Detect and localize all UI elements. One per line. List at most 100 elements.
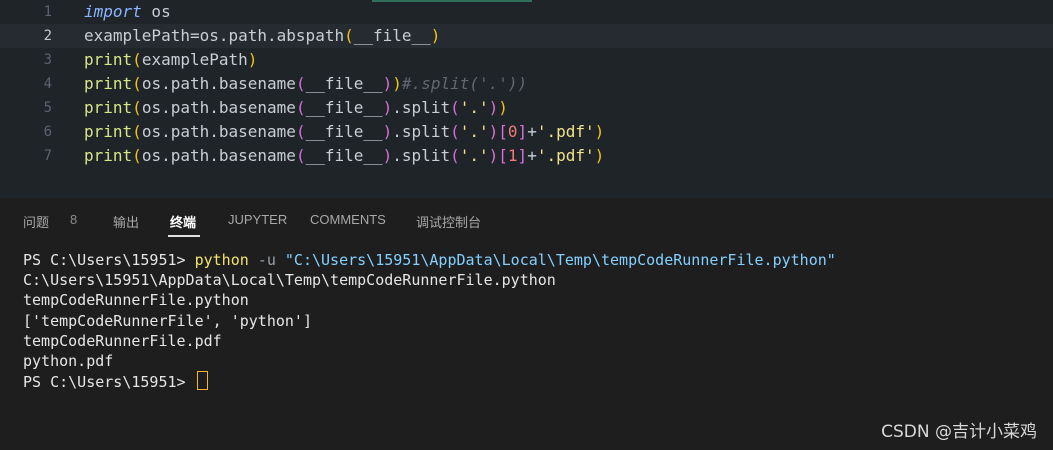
- tab-debug-console[interactable]: 调试控制台: [416, 212, 481, 231]
- tab-comments[interactable]: COMMENTS: [310, 212, 386, 227]
- code-token: .split: [392, 146, 451, 165]
- line-number: 4: [43, 76, 52, 92]
- code-token: ): [430, 26, 441, 45]
- line-number: 7: [43, 148, 52, 164]
- code-line[interactable]: 5 print(os.path.basename(__file__).split(…: [0, 96, 1053, 120]
- line-number: 5: [43, 100, 52, 116]
- code-token: ]: [517, 146, 528, 165]
- line-number: 6: [43, 124, 52, 140]
- code-token: (: [132, 50, 142, 69]
- code-token: (: [344, 26, 354, 45]
- terminal-prompt: PS C:\Users\15951>: [23, 373, 195, 392]
- code-token: __file__: [305, 146, 383, 165]
- line-number: 1: [43, 4, 52, 20]
- active-tab-indicator: [168, 235, 200, 237]
- code-text: print(os.path.basename(__file__))#.split…: [84, 72, 527, 96]
- terminal-prompt: PS C:\Users\15951>: [23, 251, 195, 269]
- code-line[interactable]: 2 examplePath=os.path.abspath(__file__): [0, 24, 1053, 48]
- code-token: __file__: [305, 122, 383, 141]
- code-token: 0: [507, 122, 518, 141]
- code-token: .split: [392, 122, 451, 141]
- code-token: ): [594, 122, 605, 141]
- code-token: ): [382, 146, 393, 165]
- code-token: __file__: [305, 98, 383, 117]
- terminal-cursor[interactable]: [196, 371, 208, 391]
- code-line[interactable]: 4 print(os.path.basename(__file__))#.spli…: [0, 72, 1053, 96]
- code-token: ): [382, 74, 393, 93]
- code-text: print(os.path.basename(__file__).split('…: [84, 96, 508, 120]
- code-token: examplePath=os.path.abspath: [84, 26, 345, 45]
- code-token: (: [450, 98, 460, 117]
- terminal-path-arg: "C:\Users\15951\AppData\Local\Temp\tempC…: [284, 251, 836, 269]
- tab-output[interactable]: 输出: [113, 212, 139, 231]
- code-token: '.': [459, 146, 489, 165]
- code-token: os: [141, 2, 171, 21]
- code-token: [: [498, 122, 508, 141]
- code-token: (: [295, 122, 306, 141]
- code-token: os.path.basename: [141, 122, 296, 141]
- line-number: 2: [43, 28, 52, 44]
- code-token: examplePath: [141, 50, 248, 69]
- tab-problems[interactable]: 问题: [23, 212, 49, 231]
- tab-jupyter[interactable]: JUPYTER: [228, 212, 287, 227]
- code-token: (: [295, 98, 306, 117]
- terminal-command: python: [194, 251, 249, 269]
- code-token: ): [392, 74, 402, 93]
- bottom-panel: 问题 8 输出 终端 JUPYTER COMMENTS 调试控制台 PS C:\…: [0, 198, 1053, 450]
- code-token: print: [84, 146, 133, 165]
- code-token: __file__: [353, 26, 431, 45]
- line-number: 3: [43, 52, 52, 68]
- code-token: os.path.basename: [141, 146, 296, 165]
- problems-count-badge: 8: [70, 212, 78, 227]
- code-token: ): [247, 50, 258, 69]
- code-text: examplePath=os.path.abspath(__file__): [84, 24, 440, 48]
- code-token: (: [132, 98, 142, 117]
- terminal-output-line: C:\Users\15951\AppData\Local\Temp\tempCo…: [23, 271, 556, 290]
- code-token: '.pdf': [536, 122, 595, 141]
- code-token: ]: [517, 122, 528, 141]
- terminal-output-line: tempCodeRunnerFile.python: [23, 291, 249, 310]
- panel-tabs: 问题 8 输出 终端 JUPYTER COMMENTS 调试控制台: [0, 198, 1053, 240]
- code-text: import os: [84, 0, 171, 24]
- terminal-output-line: tempCodeRunnerFile.pdf: [23, 331, 222, 350]
- code-token: ): [382, 122, 393, 141]
- code-token: #.split('.')): [401, 74, 528, 93]
- code-token: os.path.basename: [141, 98, 296, 117]
- watermark: CSDN @吉计小菜鸡: [881, 422, 1037, 442]
- code-token: import: [84, 2, 142, 21]
- code-line[interactable]: 6 print(os.path.basename(__file__).split(…: [0, 120, 1053, 144]
- code-token: ): [488, 146, 499, 165]
- code-line[interactable]: 3 print(examplePath): [0, 48, 1053, 72]
- code-token: ): [382, 98, 393, 117]
- code-token: (: [132, 146, 142, 165]
- code-token: (: [295, 146, 306, 165]
- code-token: print: [84, 74, 133, 93]
- code-token: os.path.basename: [141, 74, 296, 93]
- terminal-output-line: python.pdf: [23, 351, 114, 370]
- code-token: print: [84, 122, 133, 141]
- code-token: .split: [392, 98, 451, 117]
- tab-terminal[interactable]: 终端: [170, 212, 196, 231]
- terminal-output-line: ['tempCodeRunnerFile', 'python']: [23, 311, 312, 330]
- code-token: __file__: [305, 74, 383, 93]
- code-editor[interactable]: 1 import os 2 examplePath=os.path.abspath(_…: [0, 0, 1053, 198]
- code-token: ): [498, 98, 508, 117]
- code-token: (: [132, 74, 142, 93]
- code-text: print(os.path.basename(__file__).split('…: [84, 144, 604, 168]
- terminal-output[interactable]: PS C:\Users\15951> python -u "C:\Users\1…: [23, 250, 836, 391]
- terminal-command-line: PS C:\Users\15951> python -u "C:\Users\1…: [23, 250, 836, 270]
- code-token: print: [84, 98, 133, 117]
- terminal-flag: -u: [248, 251, 285, 269]
- code-line[interactable]: 1 import os: [0, 0, 1053, 24]
- code-token: +: [527, 146, 537, 165]
- code-token: print: [84, 50, 133, 69]
- code-token: (: [295, 74, 306, 93]
- code-token: ): [594, 146, 605, 165]
- code-token: '.': [459, 98, 489, 117]
- code-token: '.': [459, 122, 489, 141]
- code-token: +: [527, 122, 537, 141]
- code-token: (: [450, 146, 460, 165]
- code-line[interactable]: 7 print(os.path.basename(__file__).split(…: [0, 144, 1053, 168]
- code-token: (: [450, 122, 460, 141]
- code-token: (: [132, 122, 142, 141]
